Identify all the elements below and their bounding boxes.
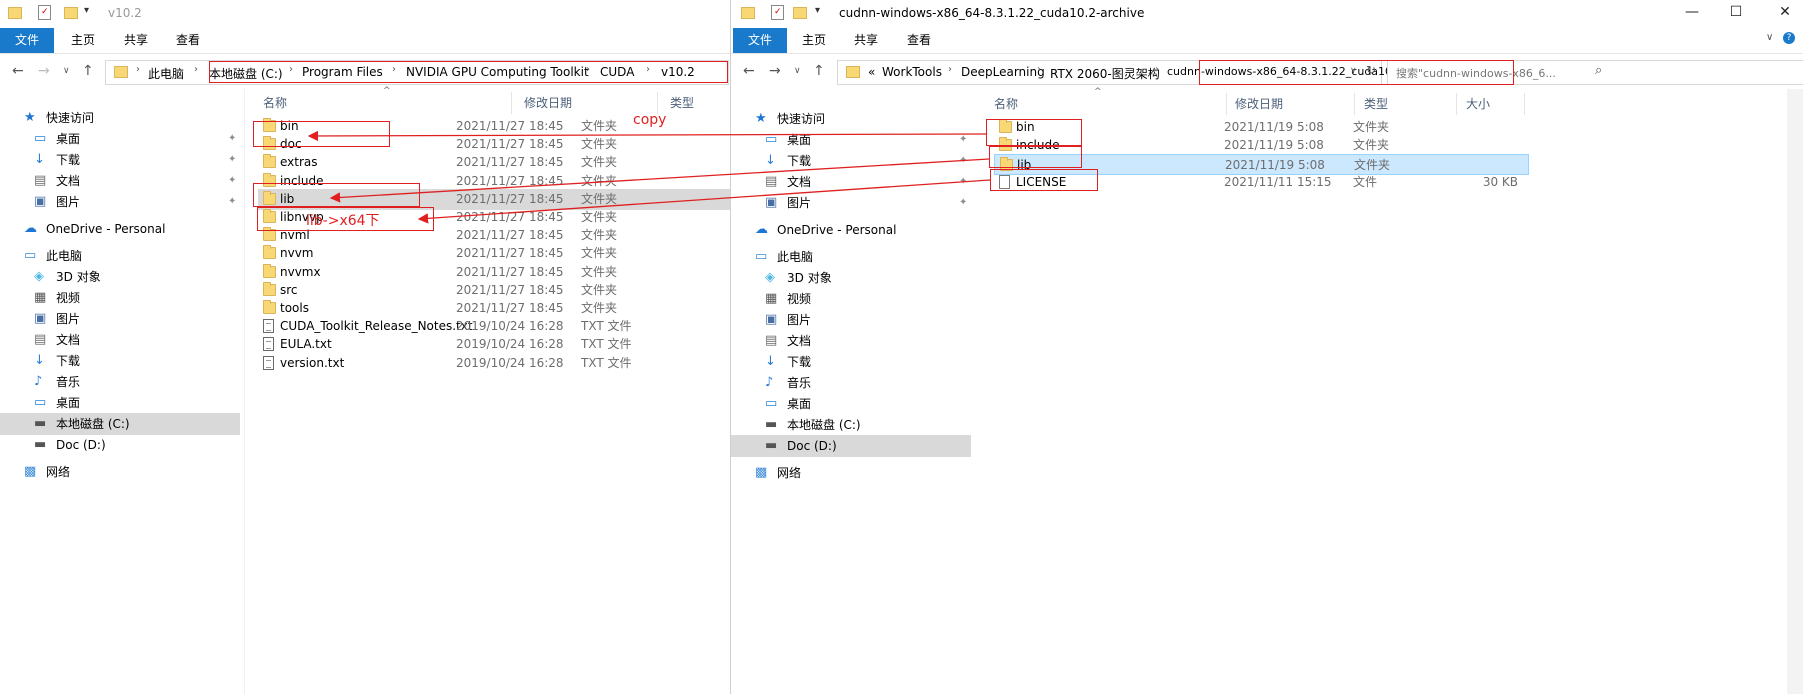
arrow-lib [417,179,991,224]
arrow-bin [307,130,987,142]
annotation-arrows [307,130,991,224]
arrow-include [329,158,990,203]
